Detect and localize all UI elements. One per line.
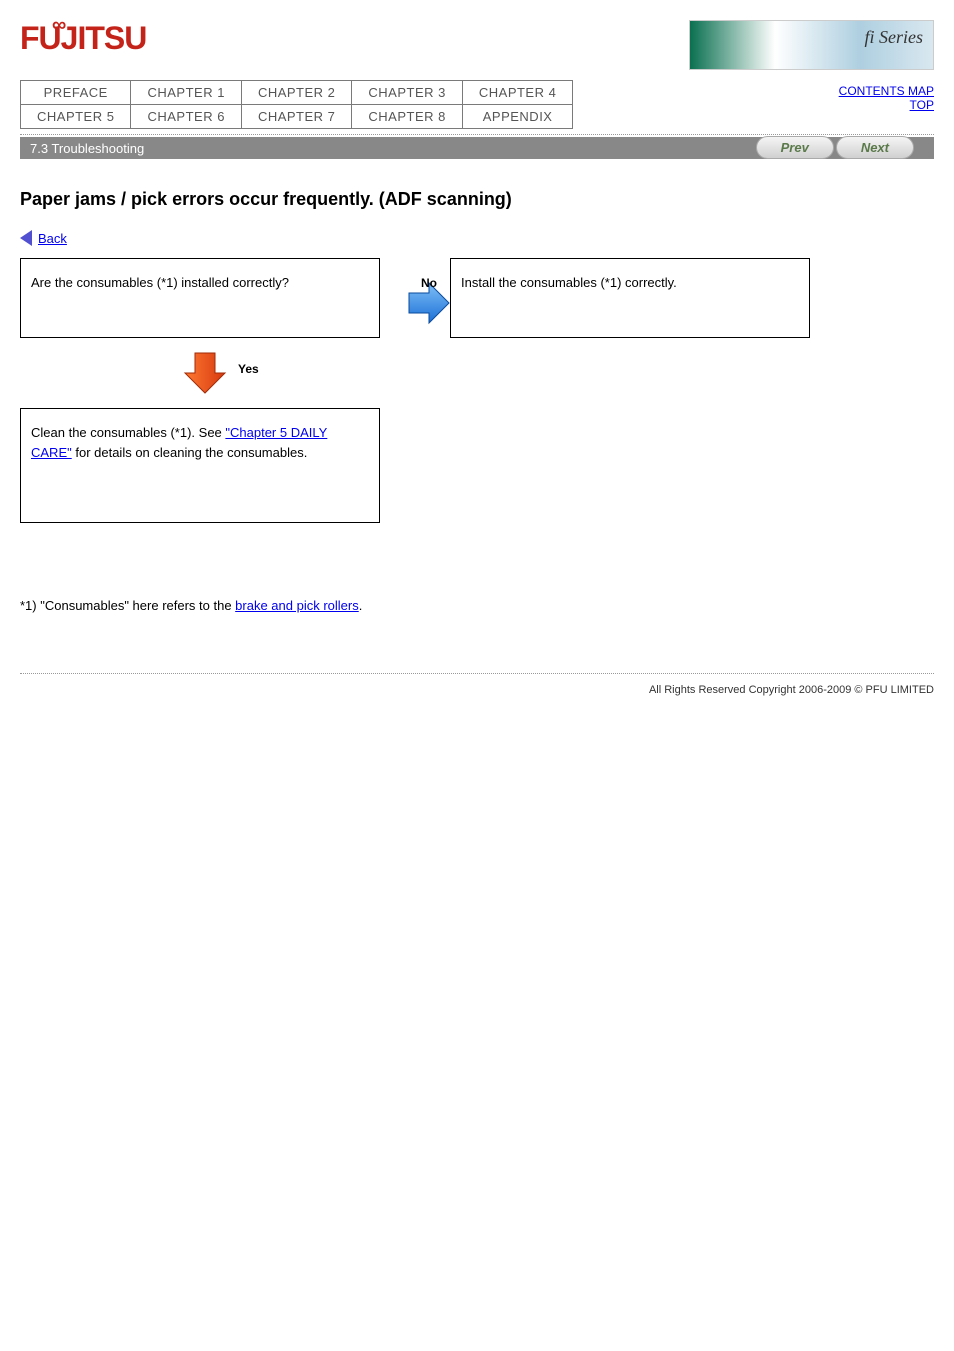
- box1-text: Are the consumables (*1) installed corre…: [31, 275, 289, 290]
- nav-table: PREFACE CHAPTER 1 CHAPTER 2 CHAPTER 3 CH…: [20, 80, 573, 129]
- header: FUJITSU ∞ fi Series: [20, 20, 934, 70]
- bar-title: 7.3 Troubleshooting: [30, 141, 144, 156]
- prev-button[interactable]: Prev: [756, 136, 834, 159]
- fi-series-banner: fi Series: [689, 20, 934, 70]
- nav-chapter-4[interactable]: CHAPTER 4: [462, 81, 572, 105]
- arrow-down-icon: Yes: [180, 348, 230, 401]
- nav-preface[interactable]: PREFACE: [21, 81, 131, 105]
- nav-chapter-2[interactable]: CHAPTER 2: [241, 81, 351, 105]
- footer: All Rights Reserved Copyright 2006-2009 …: [20, 673, 934, 696]
- nav-row: PREFACE CHAPTER 1 CHAPTER 2 CHAPTER 3 CH…: [20, 80, 934, 132]
- content-area: Paper jams / pick errors occur frequentl…: [20, 159, 934, 633]
- nav-chapter-8[interactable]: CHAPTER 8: [352, 105, 462, 129]
- nav-wrap: PREFACE CHAPTER 1 CHAPTER 2 CHAPTER 3 CH…: [20, 80, 674, 132]
- contents-map-link[interactable]: CONTENTS MAP: [839, 84, 934, 98]
- yes-label: Yes: [238, 362, 270, 376]
- side-links: CONTENTS MAP TOP: [674, 80, 934, 112]
- arrow-right-icon: No: [404, 278, 454, 330]
- section-title: Paper jams / pick errors occur frequentl…: [20, 189, 934, 210]
- note-post: .: [359, 598, 363, 613]
- box-action-1: Install the consumables (*1) correctly.: [450, 258, 810, 338]
- box-question-1: Are the consumables (*1) installed corre…: [20, 258, 380, 338]
- flowchart: Are the consumables (*1) installed corre…: [20, 258, 934, 578]
- logo-text: FUJITSU: [20, 20, 146, 56]
- prev-next-group: Prev Next: [754, 136, 914, 159]
- banner-text: fi Series: [865, 27, 924, 48]
- back-arrow-icon: [20, 230, 32, 246]
- divider: [20, 134, 934, 135]
- nav-chapter-6[interactable]: CHAPTER 6: [131, 105, 241, 129]
- nav-chapter-3[interactable]: CHAPTER 3: [352, 81, 462, 105]
- logo-infinity: ∞: [52, 14, 65, 37]
- box3-post: for details on cleaning the consumables.: [72, 445, 308, 460]
- note-pre: *1) "Consumables" here refers to the: [20, 598, 235, 613]
- back-link-row: Back: [20, 230, 934, 246]
- box-action-2: Clean the consumables (*1). See "Chapter…: [20, 408, 380, 523]
- nav-chapter-1[interactable]: CHAPTER 1: [131, 81, 241, 105]
- footnote: *1) "Consumables" here refers to the bra…: [20, 598, 934, 613]
- box3-pre: Clean the consumables (*1). See: [31, 425, 225, 440]
- title-bar: 7.3 Troubleshooting Prev Next: [20, 137, 934, 159]
- nav-chapter-7[interactable]: CHAPTER 7: [241, 105, 351, 129]
- box2-text: Install the consumables (*1) correctly.: [461, 275, 677, 290]
- nav-chapter-5[interactable]: CHAPTER 5: [21, 105, 131, 129]
- fujitsu-logo: FUJITSU ∞: [20, 20, 146, 57]
- copyright: All Rights Reserved Copyright 2006-2009 …: [649, 684, 934, 696]
- rollers-link[interactable]: brake and pick rollers: [235, 598, 359, 613]
- nav-appendix[interactable]: APPENDIX: [462, 105, 572, 129]
- next-button[interactable]: Next: [836, 136, 914, 159]
- back-link[interactable]: Back: [38, 231, 67, 246]
- top-link[interactable]: TOP: [910, 98, 934, 112]
